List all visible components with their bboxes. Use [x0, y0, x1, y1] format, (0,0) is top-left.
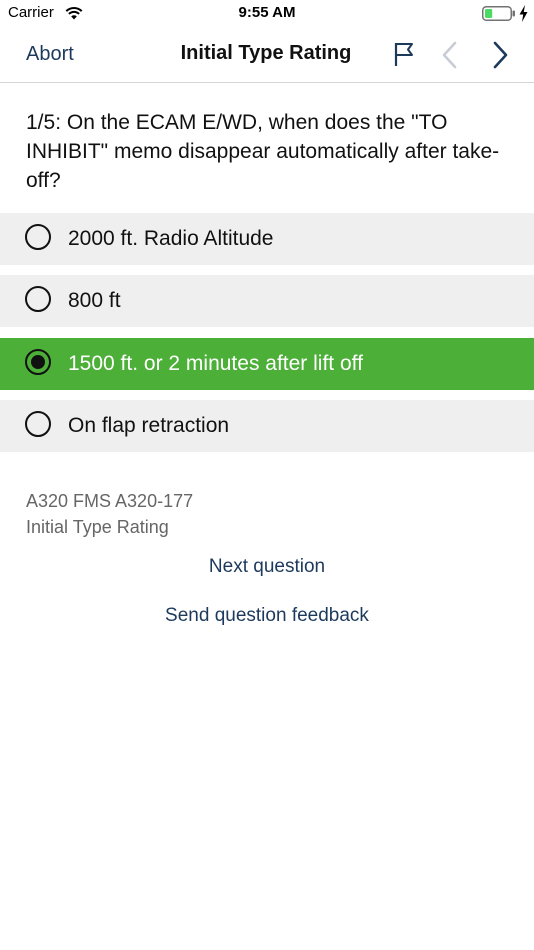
battery-level-fill — [485, 9, 493, 18]
chevron-right-icon[interactable] — [490, 40, 510, 70]
status-time: 9:55 AM — [238, 4, 296, 21]
answer-option[interactable]: 800 ft — [0, 275, 534, 327]
radio-button[interactable] — [25, 224, 51, 250]
nav-bar: Abort Initial Type Rating — [0, 28, 534, 83]
radio-button[interactable] — [25, 349, 51, 375]
next-question-button[interactable]: Next question — [0, 556, 534, 578]
radio-button[interactable] — [25, 286, 51, 312]
radio-button[interactable] — [25, 411, 51, 437]
answer-label: 800 ft — [68, 289, 121, 312]
abort-button[interactable]: Abort — [26, 43, 74, 66]
status-bar: Carrier 9:55 AM — [0, 0, 534, 28]
page-title: Initial Type Rating — [180, 42, 352, 64]
question-source: A320 FMS A320-177 — [26, 491, 194, 511]
chevron-left-icon[interactable] — [440, 40, 460, 70]
charging-bolt-icon — [519, 5, 528, 22]
answer-option[interactable]: 2000 ft. Radio Altitude — [0, 213, 534, 265]
answer-label: 2000 ft. Radio Altitude — [68, 227, 274, 250]
flag-icon[interactable] — [393, 40, 415, 68]
question-course: Initial Type Rating — [26, 517, 169, 537]
answer-option[interactable]: 1500 ft. or 2 minutes after lift off — [0, 338, 534, 390]
battery-icon — [482, 6, 515, 21]
question-meta: A320 FMS A320-177 Initial Type Rating — [26, 488, 193, 540]
answer-label: 1500 ft. or 2 minutes after lift off — [68, 352, 363, 375]
radio-selected-dot — [31, 355, 45, 369]
answer-option[interactable]: On flap retraction — [0, 400, 534, 452]
send-feedback-button[interactable]: Send question feedback — [0, 605, 534, 627]
question-text: 1/5: On the ECAM E/WD, when does the "TO… — [26, 111, 500, 192]
answer-label: On flap retraction — [68, 414, 230, 437]
